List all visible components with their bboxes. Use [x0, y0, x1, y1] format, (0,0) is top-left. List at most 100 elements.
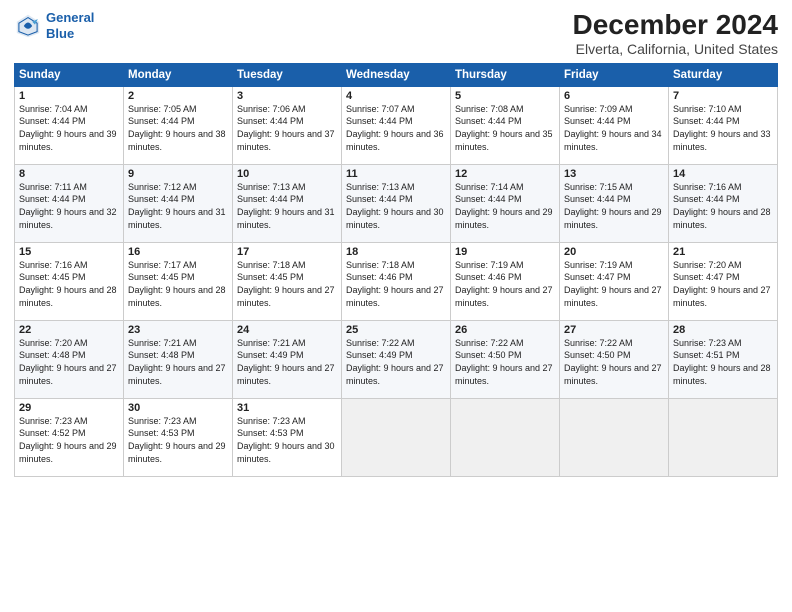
- day-number: 1: [19, 90, 119, 102]
- day-info: Sunrise: 7:21 AMSunset: 4:48 PMDaylight:…: [128, 337, 228, 387]
- day-info: Sunrise: 7:07 AMSunset: 4:44 PMDaylight:…: [346, 103, 446, 153]
- day-info: Sunrise: 7:22 AMSunset: 4:50 PMDaylight:…: [564, 337, 664, 387]
- day-info: Sunrise: 7:14 AMSunset: 4:44 PMDaylight:…: [455, 181, 555, 231]
- calendar-cell: [669, 398, 778, 476]
- calendar-cell: 25Sunrise: 7:22 AMSunset: 4:49 PMDayligh…: [342, 320, 451, 398]
- calendar-cell: 27Sunrise: 7:22 AMSunset: 4:50 PMDayligh…: [560, 320, 669, 398]
- calendar-cell: 30Sunrise: 7:23 AMSunset: 4:53 PMDayligh…: [124, 398, 233, 476]
- day-number: 13: [564, 168, 664, 180]
- logo-text: General Blue: [46, 10, 94, 41]
- page-container: General Blue December 2024 Elverta, Cali…: [0, 0, 792, 485]
- day-number: 25: [346, 324, 446, 336]
- calendar-cell: 6Sunrise: 7:09 AMSunset: 4:44 PMDaylight…: [560, 86, 669, 164]
- day-number: 29: [19, 402, 119, 414]
- day-info: Sunrise: 7:18 AMSunset: 4:46 PMDaylight:…: [346, 259, 446, 309]
- day-number: 28: [673, 324, 773, 336]
- day-info: Sunrise: 7:10 AMSunset: 4:44 PMDaylight:…: [673, 103, 773, 153]
- day-header-tuesday: Tuesday: [233, 63, 342, 86]
- header: General Blue December 2024 Elverta, Cali…: [14, 10, 778, 57]
- day-number: 30: [128, 402, 228, 414]
- day-number: 23: [128, 324, 228, 336]
- day-number: 2: [128, 90, 228, 102]
- day-number: 6: [564, 90, 664, 102]
- day-info: Sunrise: 7:17 AMSunset: 4:45 PMDaylight:…: [128, 259, 228, 309]
- calendar-cell: 15Sunrise: 7:16 AMSunset: 4:45 PMDayligh…: [15, 242, 124, 320]
- day-header-sunday: Sunday: [15, 63, 124, 86]
- day-number: 14: [673, 168, 773, 180]
- logo: General Blue: [14, 10, 94, 41]
- calendar-cell: [560, 398, 669, 476]
- title-block: December 2024 Elverta, California, Unite…: [573, 10, 778, 57]
- calendar-cell: 16Sunrise: 7:17 AMSunset: 4:45 PMDayligh…: [124, 242, 233, 320]
- calendar-cell: 9Sunrise: 7:12 AMSunset: 4:44 PMDaylight…: [124, 164, 233, 242]
- day-info: Sunrise: 7:20 AMSunset: 4:48 PMDaylight:…: [19, 337, 119, 387]
- calendar-cell: 29Sunrise: 7:23 AMSunset: 4:52 PMDayligh…: [15, 398, 124, 476]
- day-info: Sunrise: 7:23 AMSunset: 4:52 PMDaylight:…: [19, 415, 119, 465]
- day-number: 22: [19, 324, 119, 336]
- day-number: 8: [19, 168, 119, 180]
- day-number: 16: [128, 246, 228, 258]
- calendar-cell: 8Sunrise: 7:11 AMSunset: 4:44 PMDaylight…: [15, 164, 124, 242]
- calendar-cell: [451, 398, 560, 476]
- day-info: Sunrise: 7:15 AMSunset: 4:44 PMDaylight:…: [564, 181, 664, 231]
- calendar-cell: 28Sunrise: 7:23 AMSunset: 4:51 PMDayligh…: [669, 320, 778, 398]
- day-number: 27: [564, 324, 664, 336]
- day-number: 17: [237, 246, 337, 258]
- day-info: Sunrise: 7:22 AMSunset: 4:50 PMDaylight:…: [455, 337, 555, 387]
- day-info: Sunrise: 7:05 AMSunset: 4:44 PMDaylight:…: [128, 103, 228, 153]
- day-info: Sunrise: 7:06 AMSunset: 4:44 PMDaylight:…: [237, 103, 337, 153]
- day-info: Sunrise: 7:19 AMSunset: 4:47 PMDaylight:…: [564, 259, 664, 309]
- day-number: 12: [455, 168, 555, 180]
- calendar-cell: 2Sunrise: 7:05 AMSunset: 4:44 PMDaylight…: [124, 86, 233, 164]
- calendar-cell: 4Sunrise: 7:07 AMSunset: 4:44 PMDaylight…: [342, 86, 451, 164]
- day-number: 19: [455, 246, 555, 258]
- calendar-cell: 11Sunrise: 7:13 AMSunset: 4:44 PMDayligh…: [342, 164, 451, 242]
- calendar-cell: 21Sunrise: 7:20 AMSunset: 4:47 PMDayligh…: [669, 242, 778, 320]
- day-number: 5: [455, 90, 555, 102]
- day-header-wednesday: Wednesday: [342, 63, 451, 86]
- calendar-cell: 14Sunrise: 7:16 AMSunset: 4:44 PMDayligh…: [669, 164, 778, 242]
- day-info: Sunrise: 7:09 AMSunset: 4:44 PMDaylight:…: [564, 103, 664, 153]
- calendar-cell: 7Sunrise: 7:10 AMSunset: 4:44 PMDaylight…: [669, 86, 778, 164]
- day-info: Sunrise: 7:13 AMSunset: 4:44 PMDaylight:…: [237, 181, 337, 231]
- calendar-cell: 17Sunrise: 7:18 AMSunset: 4:45 PMDayligh…: [233, 242, 342, 320]
- day-number: 20: [564, 246, 664, 258]
- calendar-cell: 23Sunrise: 7:21 AMSunset: 4:48 PMDayligh…: [124, 320, 233, 398]
- day-info: Sunrise: 7:22 AMSunset: 4:49 PMDaylight:…: [346, 337, 446, 387]
- day-info: Sunrise: 7:23 AMSunset: 4:51 PMDaylight:…: [673, 337, 773, 387]
- day-number: 18: [346, 246, 446, 258]
- day-info: Sunrise: 7:21 AMSunset: 4:49 PMDaylight:…: [237, 337, 337, 387]
- day-number: 26: [455, 324, 555, 336]
- page-title: December 2024: [573, 10, 778, 41]
- day-number: 10: [237, 168, 337, 180]
- day-header-friday: Friday: [560, 63, 669, 86]
- day-number: 24: [237, 324, 337, 336]
- day-info: Sunrise: 7:08 AMSunset: 4:44 PMDaylight:…: [455, 103, 555, 153]
- day-info: Sunrise: 7:11 AMSunset: 4:44 PMDaylight:…: [19, 181, 119, 231]
- calendar-cell: 24Sunrise: 7:21 AMSunset: 4:49 PMDayligh…: [233, 320, 342, 398]
- calendar-cell: 22Sunrise: 7:20 AMSunset: 4:48 PMDayligh…: [15, 320, 124, 398]
- calendar-cell: 31Sunrise: 7:23 AMSunset: 4:53 PMDayligh…: [233, 398, 342, 476]
- day-info: Sunrise: 7:20 AMSunset: 4:47 PMDaylight:…: [673, 259, 773, 309]
- page-subtitle: Elverta, California, United States: [573, 41, 778, 57]
- day-info: Sunrise: 7:18 AMSunset: 4:45 PMDaylight:…: [237, 259, 337, 309]
- calendar-week-row: 8Sunrise: 7:11 AMSunset: 4:44 PMDaylight…: [15, 164, 778, 242]
- day-info: Sunrise: 7:23 AMSunset: 4:53 PMDaylight:…: [237, 415, 337, 465]
- day-info: Sunrise: 7:12 AMSunset: 4:44 PMDaylight:…: [128, 181, 228, 231]
- day-info: Sunrise: 7:04 AMSunset: 4:44 PMDaylight:…: [19, 103, 119, 153]
- calendar-cell: [342, 398, 451, 476]
- calendar-cell: 20Sunrise: 7:19 AMSunset: 4:47 PMDayligh…: [560, 242, 669, 320]
- day-header-monday: Monday: [124, 63, 233, 86]
- day-number: 31: [237, 402, 337, 414]
- day-number: 11: [346, 168, 446, 180]
- calendar-cell: 3Sunrise: 7:06 AMSunset: 4:44 PMDaylight…: [233, 86, 342, 164]
- day-info: Sunrise: 7:13 AMSunset: 4:44 PMDaylight:…: [346, 181, 446, 231]
- calendar-table: SundayMondayTuesdayWednesdayThursdayFrid…: [14, 63, 778, 477]
- day-info: Sunrise: 7:19 AMSunset: 4:46 PMDaylight:…: [455, 259, 555, 309]
- day-number: 21: [673, 246, 773, 258]
- calendar-cell: 12Sunrise: 7:14 AMSunset: 4:44 PMDayligh…: [451, 164, 560, 242]
- calendar-cell: 5Sunrise: 7:08 AMSunset: 4:44 PMDaylight…: [451, 86, 560, 164]
- day-info: Sunrise: 7:16 AMSunset: 4:44 PMDaylight:…: [673, 181, 773, 231]
- day-number: 9: [128, 168, 228, 180]
- day-header-saturday: Saturday: [669, 63, 778, 86]
